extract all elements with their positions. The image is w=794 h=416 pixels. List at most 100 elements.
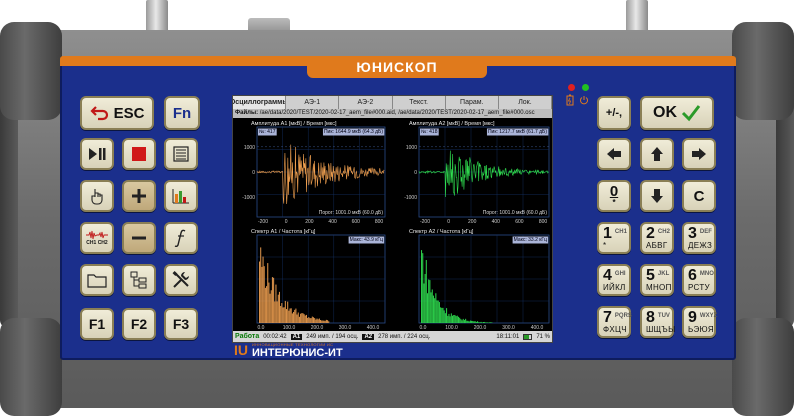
spectrum-bar-2-7: [267, 263, 269, 323]
numpad-key-letters: ИЙКЛ: [603, 282, 626, 292]
arrow-down-button[interactable]: [640, 180, 674, 212]
spectrum-bar-2-23: [285, 309, 288, 323]
tab-3[interactable]: Текст.: [393, 96, 446, 109]
spectrum-bar-3-5: [426, 293, 429, 323]
minus-icon: [132, 236, 146, 240]
numpad-key-9[interactable]: 9 WXYZ ЬЭЮЯ: [682, 306, 717, 338]
histogram-button[interactable]: [164, 180, 198, 212]
spectrum-bar-2-36: [301, 313, 303, 323]
plot-max-2: Макс: 43.9 кГц: [350, 237, 384, 243]
numpad-key-7[interactable]: 7 PQRS ФХЦЧ: [597, 306, 632, 338]
spectrum-bar-2-33: [297, 312, 299, 323]
spectrum-bar-3-13: [436, 300, 438, 323]
minus-button[interactable]: [122, 222, 156, 254]
numpad-key-digit: 9: [688, 308, 697, 326]
tools-icon: [172, 271, 189, 288]
spectrum-bar-3-32: [459, 317, 461, 323]
spectrum-bar-3-37: [465, 318, 467, 323]
spectrum-bar-2-58: [327, 320, 329, 323]
spectrum-bar-2-19: [281, 303, 283, 323]
spectrum-bar-2-0: [259, 261, 261, 323]
spectrum-bar-2-11: [271, 277, 273, 323]
spectrum-bar-2-29: [293, 311, 295, 323]
spectrum-bar-3-27: [453, 314, 455, 323]
numpad-key-symbol: CH1: [614, 228, 627, 235]
arrow-left-button[interactable]: [597, 138, 631, 170]
spectrum-bar-2-26: [289, 308, 291, 323]
f3-button[interactable]: F3: [164, 308, 198, 340]
numpad-key-8[interactable]: 8 TUV ШЩЪЫ: [640, 306, 676, 338]
play-pause-button[interactable]: [80, 138, 114, 170]
tab-5[interactable]: Лок.: [499, 96, 553, 109]
numpad-key-2[interactable]: 2 CH2 АБВГ: [640, 222, 674, 254]
spectrum-bar-3-31: [457, 316, 460, 323]
spectrum-bar-3-17: [441, 307, 443, 323]
spectrum-bar-2-25: [288, 310, 290, 323]
ok-button[interactable]: OK: [640, 96, 714, 130]
spectrum-bar-2-15: [276, 301, 278, 323]
numpad-key-digit: 3: [688, 224, 697, 242]
folder-button[interactable]: [80, 264, 114, 296]
spectrum-bar-3-1: [422, 253, 424, 323]
tab-4[interactable]: Парам.: [446, 96, 499, 109]
spectrum-bar-3-44: [473, 321, 475, 323]
spectrum-bar-3-30: [456, 315, 458, 323]
spectrum-bar-3-35: [462, 318, 464, 323]
spectrum-bar-3-58: [490, 322, 492, 323]
sign-button[interactable]: +/-,: [597, 96, 631, 130]
spectrum-bar-2-14: [275, 284, 277, 323]
numpad-key-letters: ЬЭЮЯ: [688, 324, 714, 334]
list-button[interactable]: [164, 138, 198, 170]
led-green: [582, 84, 589, 91]
spectrum-bar-2-38: [303, 314, 305, 323]
plots-area: Амплитуда А1 [мкВ] / Время [мкс] №: 417 Пи…: [242, 121, 550, 331]
status-elapsed: 00:02:42: [263, 333, 287, 340]
spectrum-bar-2-2: [261, 266, 263, 323]
numpad-key-symbol: TUV: [657, 312, 670, 319]
numpad-key-5[interactable]: 5 JKL МНОП: [640, 264, 674, 296]
xtick-0-4: 600: [352, 219, 361, 225]
numpad-key-1[interactable]: 1 CH1 *: [597, 222, 631, 254]
spectrum-bar-2-48: [315, 319, 317, 323]
pointer-button[interactable]: [80, 180, 114, 212]
tools-button[interactable]: [164, 264, 198, 296]
numpad-key-letters: ШЩЪЫ: [646, 324, 676, 334]
spectrum-bar-2-59: [328, 321, 330, 323]
plot-peak-1: Пик: 1217.7 мкВ (61.7 дБ): [488, 129, 547, 135]
numpad-key-letters: МНОП: [646, 282, 672, 292]
spectrum-bar-3-38: [466, 320, 468, 323]
spectrum-bar-3-9: [431, 289, 433, 323]
spectrum-bar-2-9: [269, 293, 271, 323]
numpad-key-symbol: MNO: [699, 270, 714, 277]
plot-title-0: Амплитуда А1 [мкВ] / Время [мкс]: [251, 121, 337, 127]
spectrum-bar-3-39: [467, 320, 469, 323]
arrow-right-button[interactable]: [682, 138, 716, 170]
tab-0[interactable]: Осциллограммы: [233, 96, 287, 109]
spectrum-bar-3-3: [424, 273, 426, 323]
tab-2[interactable]: АЭ-2: [339, 96, 393, 109]
numpad-key-3[interactable]: 3 DEF ДЕЖЗ: [682, 222, 716, 254]
maker-logo-mark: IU: [234, 342, 248, 358]
arrow-up-button[interactable]: [640, 138, 674, 170]
tab-1[interactable]: АЭ-1: [286, 96, 340, 109]
fn-button[interactable]: Fn: [164, 96, 200, 130]
numpad-key-4[interactable]: 4 GHI ИЙКЛ: [597, 264, 631, 296]
arrow-down-icon: [651, 189, 663, 203]
stop-button[interactable]: [122, 138, 156, 170]
spectrum-bar-2-57: [325, 319, 327, 323]
clear-button[interactable]: C: [682, 180, 716, 212]
export-button[interactable]: [122, 264, 156, 296]
plot-n-1: №: 418: [421, 129, 438, 135]
spectrum-bar-2-22: [284, 300, 286, 323]
numpad-key-letters: *: [603, 240, 607, 250]
plus-button[interactable]: [122, 180, 156, 212]
ch1-ch2-button[interactable]: CH1 CH2: [80, 222, 114, 254]
f1-button[interactable]: F1: [80, 308, 114, 340]
numpad-key-letters: ФХЦЧ: [603, 324, 627, 334]
function-button[interactable]: [164, 222, 198, 254]
battery-status-icon: [523, 333, 533, 340]
numpad-key-6[interactable]: 6 MNO РСТУ: [682, 264, 716, 296]
zero-button[interactable]: 0 *: [597, 180, 631, 212]
esc-button[interactable]: ESC: [80, 96, 154, 130]
f2-button[interactable]: F2: [122, 308, 156, 340]
